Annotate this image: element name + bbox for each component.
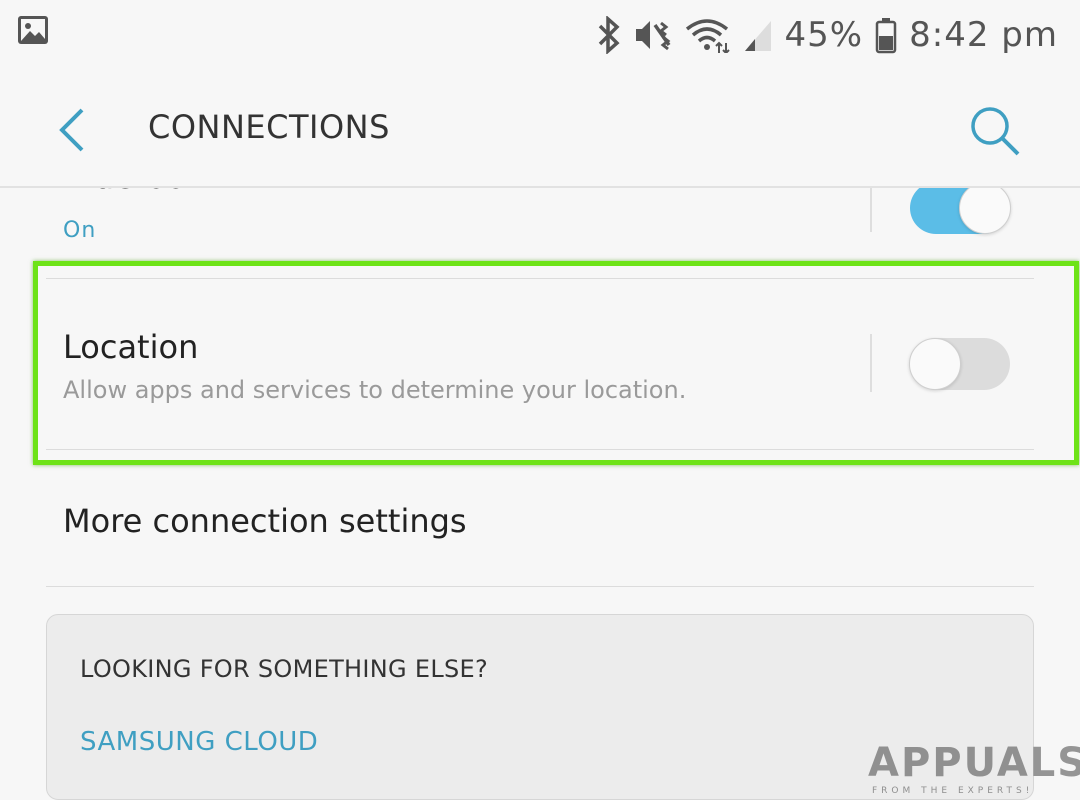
vertical-divider	[870, 188, 872, 232]
search-button[interactable]	[966, 102, 1024, 160]
watermark-tagline: FROM THE EXPERTS!	[872, 786, 1034, 796]
toggle-knob	[959, 188, 1011, 234]
settings-item-bluetooth[interactable]: Bluetooth On	[0, 188, 1080, 258]
signal-icon	[744, 21, 771, 51]
settings-item-subtitle: Allow apps and services to determine you…	[63, 376, 687, 404]
settings-item-title: More connection settings	[63, 502, 467, 540]
app-header: CONNECTIONS	[0, 70, 1080, 186]
search-icon	[971, 107, 1020, 156]
card-heading: LOOKING FOR SOMETHING ELSE?	[80, 655, 489, 683]
clock: 8:42 pm	[909, 15, 1058, 55]
settings-list: Bluetooth On Location Allow apps and ser…	[0, 188, 1080, 800]
chevron-left-icon	[59, 108, 84, 152]
settings-item-location[interactable]: Location Allow apps and services to dete…	[0, 278, 1080, 448]
wifi-icon	[685, 19, 730, 53]
settings-item-title: Location	[63, 328, 199, 366]
settings-item-more-connection-settings[interactable]: More connection settings	[0, 464, 1080, 584]
battery-icon	[875, 18, 897, 54]
location-toggle[interactable]	[909, 338, 1010, 390]
page-title: CONNECTIONS	[148, 108, 390, 146]
battery-percent: 45%	[784, 15, 864, 55]
vibrate-icon	[635, 21, 670, 51]
vertical-divider	[870, 334, 872, 392]
toggle-knob	[909, 338, 961, 390]
gallery-icon	[18, 16, 48, 44]
bluetooth-toggle[interactable]	[910, 188, 1011, 234]
bluetooth-icon	[598, 16, 620, 54]
status-bar: 45% 8:42 pm	[0, 0, 1080, 70]
samsung-cloud-link[interactable]: SAMSUNG CLOUD	[80, 727, 318, 757]
list-divider	[46, 449, 1034, 450]
watermark-brand: APPUALS	[868, 740, 1080, 786]
settings-item-status: On	[63, 218, 97, 243]
back-button[interactable]	[48, 102, 98, 156]
watermark-logo: APPUALS FROM THE EXPERTS!	[868, 738, 1080, 800]
settings-item-title: Bluetooth	[63, 188, 218, 196]
list-divider	[46, 586, 1034, 587]
